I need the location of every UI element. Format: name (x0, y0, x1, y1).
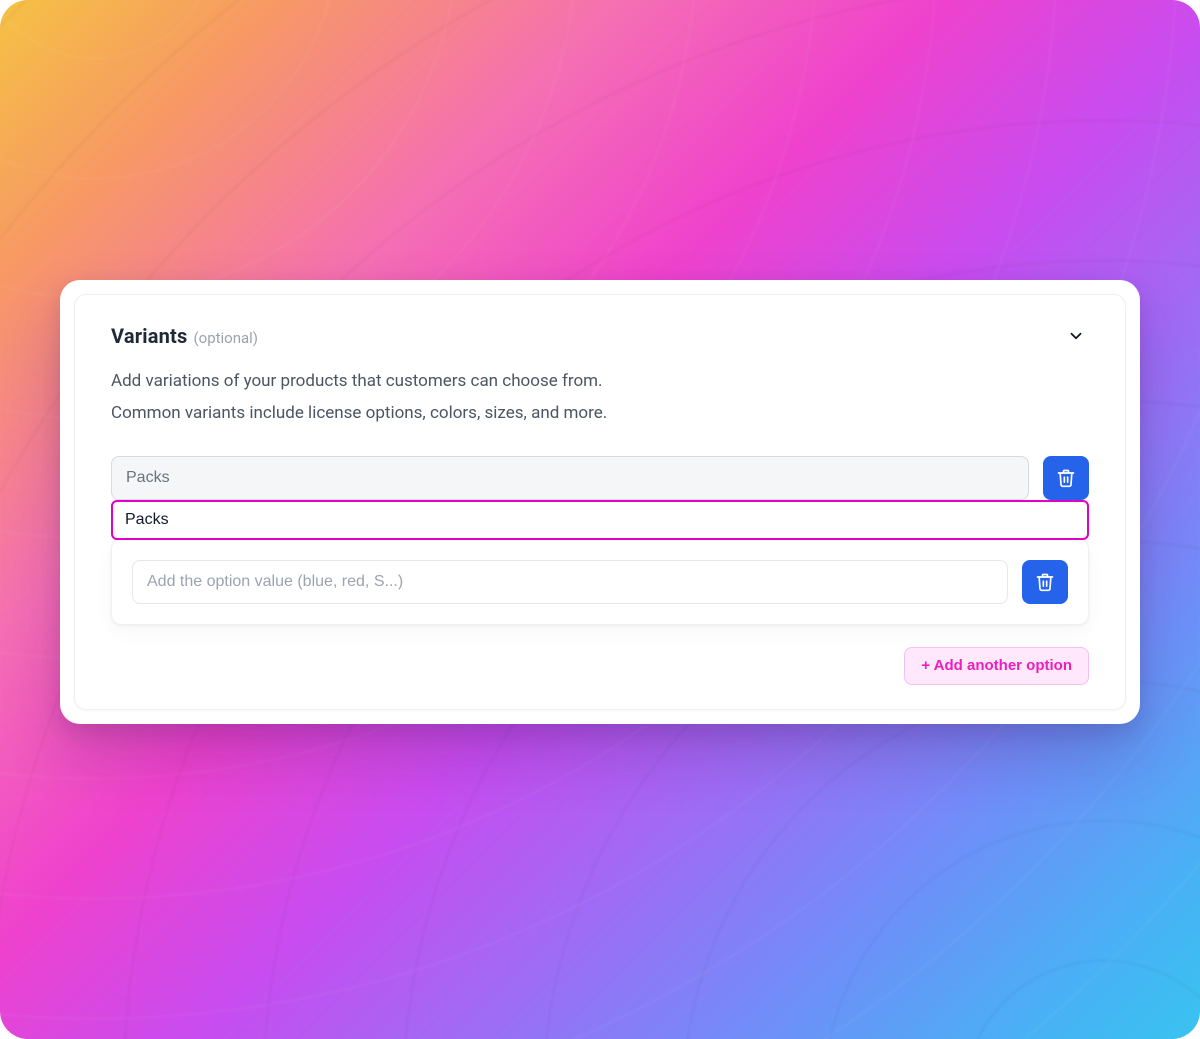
option-name-input[interactable] (111, 500, 1089, 540)
delete-value-button[interactable] (1022, 560, 1068, 604)
option-name-row (111, 456, 1089, 500)
chevron-down-icon (1067, 327, 1085, 345)
variants-description-line-1: Add variations of your products that cus… (111, 365, 1089, 397)
option-values-card (111, 539, 1089, 625)
trash-icon (1056, 468, 1076, 488)
variants-description: Add variations of your products that cus… (111, 365, 1089, 430)
variants-description-line-2: Common variants include license options,… (111, 397, 1089, 429)
option-name-edit-row (111, 500, 1089, 540)
option-value-row (132, 560, 1068, 604)
variants-panel: Variants (optional) Add variations of yo… (60, 280, 1140, 724)
variants-footer: + Add another option (111, 647, 1089, 685)
option-name-display[interactable] (111, 456, 1029, 500)
delete-option-button[interactable] (1043, 456, 1089, 500)
option-block (111, 456, 1089, 625)
add-another-option-button[interactable]: + Add another option (904, 647, 1089, 685)
trash-icon (1035, 572, 1055, 592)
collapse-toggle[interactable] (1063, 323, 1089, 349)
variants-optional-label: (optional) (194, 329, 259, 347)
option-value-input[interactable] (132, 560, 1008, 604)
variants-card-header: Variants (optional) (111, 323, 1089, 349)
variants-title-row: Variants (optional) (111, 324, 258, 348)
variants-title: Variants (111, 324, 188, 348)
variants-card: Variants (optional) Add variations of yo… (74, 294, 1126, 710)
